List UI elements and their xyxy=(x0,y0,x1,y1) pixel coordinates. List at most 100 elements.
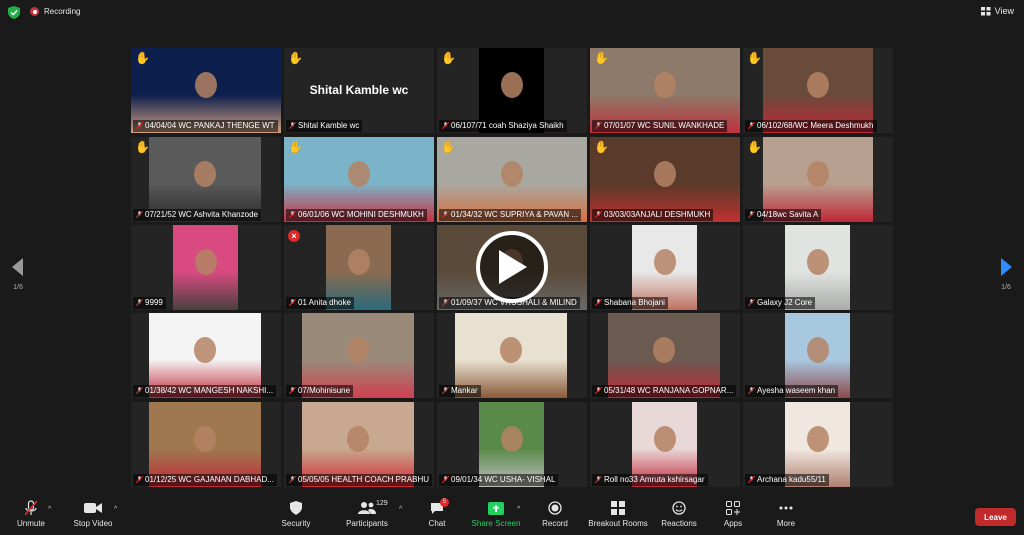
participant-tile[interactable]: Shabana Bhojani xyxy=(590,225,740,310)
participant-silhouette xyxy=(194,425,216,452)
stop-video-button[interactable]: Stop Video xyxy=(70,497,116,535)
prev-page-button[interactable]: 1/6 xyxy=(12,258,24,291)
participant-name: 01/38/42 WC MANGESH NAKSHI... xyxy=(145,386,274,395)
participant-name-label: 01/34/32 WC SUPRIYA & PAVAN ... xyxy=(439,209,582,221)
participant-tile[interactable]: ✋ 07/21/52 WC Ashvita Khanzode xyxy=(131,137,281,222)
share-options-chevron-icon[interactable]: ^ xyxy=(517,506,520,513)
participant-tile[interactable]: 05/31/48 WC RANJANA GOPNAR... xyxy=(590,313,740,398)
participant-tile[interactable]: ✋ 03/03/03ANJALI DESHMUKH xyxy=(590,137,740,222)
participant-tile[interactable]: 07/Mohinisune xyxy=(284,313,434,398)
participant-tile[interactable]: 05/05/05 HEALTH COACH PRABHU xyxy=(284,402,434,487)
participant-silhouette xyxy=(806,336,829,363)
muted-mic-icon xyxy=(595,122,602,129)
participant-silhouette xyxy=(347,336,369,363)
participant-tile[interactable]: Roll no33 Amruta kshirsagar xyxy=(590,402,740,487)
participant-name-label: 01/12/25 WC GAJANAN DABHAD... xyxy=(133,474,277,486)
unmute-label: Unmute xyxy=(16,519,45,528)
audio-options-chevron-icon[interactable]: ^ xyxy=(48,506,51,513)
participant-tile[interactable]: Mankar xyxy=(437,313,587,398)
participant-silhouette xyxy=(653,336,675,363)
participant-name: 04/18wc Savita A xyxy=(757,210,819,219)
raised-hand-icon: ✋ xyxy=(135,140,150,154)
participant-name: 09/01/34 WC USHA- VISHAL xyxy=(451,475,556,484)
participant-name-label: 07/21/52 WC Ashvita Khanzode xyxy=(133,209,261,221)
breakout-rooms-button[interactable]: Breakout Rooms xyxy=(586,497,650,535)
muted-mic-icon xyxy=(595,476,602,483)
next-page-button[interactable]: 1/6 xyxy=(1000,258,1012,291)
participant-name: 04/04/04 WC PANKAJ THENGE WT xyxy=(145,121,275,130)
raised-hand-icon: ✋ xyxy=(441,51,456,65)
participant-tile[interactable]: ✋ 04/18wc Savita A xyxy=(743,137,893,222)
recording-icon xyxy=(30,7,39,16)
participants-button[interactable]: 129 Participants xyxy=(343,497,391,535)
participant-name: 05/31/48 WC RANJANA GOPNAR... xyxy=(604,386,734,395)
participant-name-label: 06/102/68/WC Meera Deshmukh xyxy=(745,120,877,132)
share-screen-button[interactable]: Share Screen xyxy=(470,497,522,535)
participant-name-label: 09/01/34 WC USHA- VISHAL xyxy=(439,474,559,486)
participant-name: Archana kadu55/11 xyxy=(757,475,826,484)
participant-silhouette xyxy=(500,336,522,363)
unmute-button[interactable]: Unmute xyxy=(14,497,48,535)
muted-mic-icon xyxy=(748,122,755,129)
breakout-rooms-label: Breakout Rooms xyxy=(588,519,648,528)
participant-tile[interactable]: ✋ 06/01/06 WC MOHINI DESHMUKH xyxy=(284,137,434,222)
recording-indicator[interactable]: Recording xyxy=(30,7,80,16)
microphone-muted-icon xyxy=(25,500,37,516)
stop-video-label: Stop Video xyxy=(73,519,113,528)
participant-display-name: Shital Kamble wc xyxy=(309,83,409,97)
participant-silhouette xyxy=(653,425,676,452)
view-label: View xyxy=(994,6,1014,16)
shield-icon[interactable] xyxy=(8,6,20,19)
participant-tile[interactable]: Ayesha waseem khan xyxy=(743,313,893,398)
apps-icon xyxy=(726,501,740,515)
participant-name-label: 05/31/48 WC RANJANA GOPNAR... xyxy=(592,385,737,397)
leave-button[interactable]: Leave xyxy=(975,508,1016,526)
participant-tile[interactable]: ✋ 06/107/71 coah Shaziya Shaikh xyxy=(437,48,587,133)
reactions-button[interactable]: Reactions xyxy=(660,497,698,535)
muted-mic-icon xyxy=(136,211,143,218)
apps-button[interactable]: Apps xyxy=(719,497,747,535)
raised-hand-icon: ✋ xyxy=(594,51,609,65)
participant-silhouette xyxy=(654,160,676,187)
video-options-chevron-icon[interactable]: ^ xyxy=(114,506,117,513)
participant-tile[interactable]: Shital Kamble wc ✋ Shital Kamble wc xyxy=(284,48,434,133)
view-button[interactable]: View xyxy=(980,6,1014,16)
participant-name-label: 07/01/07 WC SUNIL WANKHADE xyxy=(592,120,728,132)
participant-name-label: 06/01/06 WC MOHINI DESHMUKH xyxy=(286,209,427,221)
record-button[interactable]: Record xyxy=(539,497,571,535)
security-button[interactable]: Security xyxy=(279,497,313,535)
muted-mic-icon xyxy=(442,211,449,218)
more-button[interactable]: More xyxy=(772,497,800,535)
chat-label: Chat xyxy=(428,519,446,528)
participant-name: 06/102/68/WC Meera Deshmukh xyxy=(757,121,874,130)
chat-button[interactable]: 5 Chat xyxy=(424,497,450,535)
reactions-smiley-icon xyxy=(672,501,686,515)
muted-mic-icon xyxy=(289,122,296,129)
play-button[interactable] xyxy=(476,231,548,303)
participant-tile[interactable]: ✋ 07/01/07 WC SUNIL WANKHADE xyxy=(590,48,740,133)
participant-tile[interactable]: 9999 xyxy=(131,225,281,310)
participant-name-label: Archana kadu55/11 xyxy=(745,474,829,486)
participant-name-label: 9999 xyxy=(133,297,166,309)
participant-tile[interactable]: ✋ 01/34/32 WC SUPRIYA & PAVAN ... xyxy=(437,137,587,222)
participant-tile[interactable]: ✋ 04/04/04 WC PANKAJ THENGE WT xyxy=(131,48,281,133)
participant-tile[interactable]: ✋ 06/102/68/WC Meera Deshmukh xyxy=(743,48,893,133)
muted-mic-icon xyxy=(748,299,755,306)
participant-tile[interactable]: 01/38/42 WC MANGESH NAKSHI... xyxy=(131,313,281,398)
participant-tile[interactable]: 01/12/25 WC GAJANAN DABHAD... xyxy=(131,402,281,487)
participants-options-chevron-icon[interactable]: ^ xyxy=(399,506,402,513)
muted-mic-icon xyxy=(289,387,296,394)
participant-silhouette xyxy=(806,425,829,452)
participant-video xyxy=(173,225,238,310)
mic-off-badge-icon: × xyxy=(288,230,300,242)
participant-silhouette xyxy=(653,248,676,275)
participant-silhouette xyxy=(347,248,370,275)
chat-badge: 5 xyxy=(439,498,449,507)
participant-name-label: 01/38/42 WC MANGESH NAKSHI... xyxy=(133,385,277,397)
participant-silhouette xyxy=(194,160,216,187)
chevron-right-icon xyxy=(1001,258,1012,276)
participant-tile[interactable]: Archana kadu55/11 xyxy=(743,402,893,487)
participant-tile[interactable]: Galaxy J2 Core xyxy=(743,225,893,310)
participant-tile[interactable]: 09/01/34 WC USHA- VISHAL xyxy=(437,402,587,487)
participant-tile[interactable]: × 01 Anita dhoke xyxy=(284,225,434,310)
